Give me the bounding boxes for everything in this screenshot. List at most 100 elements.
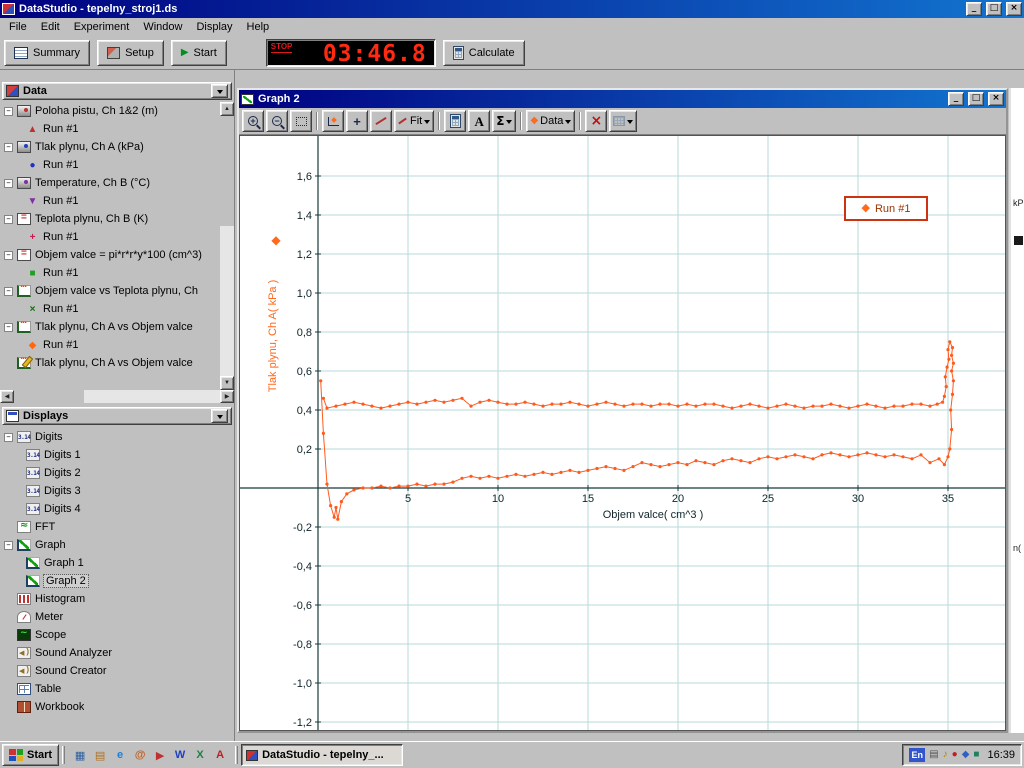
display-item-digits-3[interactable]: Digits 3 <box>0 482 234 500</box>
plot-canvas[interactable]: 1,61,41,21,00,80,60,40,2-0,2-0,4-0,6-0,8… <box>240 136 1005 730</box>
data-dropdown-button[interactable]: ◆Data <box>526 110 575 132</box>
taskbar-clock[interactable]: 16:39 <box>983 749 1015 761</box>
taskbar-task-button[interactable]: DataStudio - tepelny_... <box>241 744 403 766</box>
ie-icon[interactable]: e <box>111 746 129 764</box>
display-item-graph[interactable]: −Graph <box>0 536 234 554</box>
calculate-tool-button[interactable] <box>444 110 466 132</box>
display-item-digits[interactable]: −Digits <box>0 428 234 446</box>
data-run-item[interactable]: ■Run #1 <box>0 264 221 282</box>
data-vertical-scrollbar[interactable]: ▲ ▼ <box>220 102 234 390</box>
display-item-fft[interactable]: FFT <box>0 518 234 536</box>
display-settings-icon[interactable]: ■ <box>973 750 979 760</box>
data-item[interactable]: −Objem valce = pi*r*r*y*100 (cm^3) <box>0 246 221 264</box>
scroll-left-arrow[interactable]: ◀ <box>0 390 14 403</box>
scroll-track[interactable] <box>220 116 234 376</box>
show-desktop-icon[interactable]: ▦ <box>71 746 89 764</box>
display-item-digits-1[interactable]: Digits 1 <box>0 446 234 464</box>
tree-expand-box[interactable]: − <box>4 287 13 296</box>
tree-expand-box[interactable]: − <box>4 143 13 152</box>
display-item-digits-4[interactable]: Digits 4 <box>0 500 234 518</box>
data-run-item[interactable]: ●Run #1 <box>0 156 221 174</box>
setup-button[interactable]: Setup <box>97 40 164 66</box>
tree-expand-box[interactable]: − <box>4 541 13 550</box>
data-panel-menu-button[interactable] <box>211 84 228 98</box>
excel-icon[interactable]: X <box>191 746 209 764</box>
displays-panel-menu-button[interactable] <box>211 409 228 423</box>
data-run-item[interactable]: ▲Run #1 <box>0 120 221 138</box>
display-item-sound-creator[interactable]: Sound Creator <box>0 662 234 680</box>
menu-file[interactable]: File <box>2 19 34 35</box>
data-horizontal-scrollbar[interactable]: ◀ ▶ <box>0 390 234 403</box>
start-button[interactable]: ▶ Start <box>171 40 227 66</box>
display-item-digits-2[interactable]: Digits 2 <box>0 464 234 482</box>
display-item-scope[interactable]: Scope <box>0 626 234 644</box>
scroll-thumb[interactable] <box>220 116 234 226</box>
data-run-item[interactable]: +Run #1 <box>0 228 221 246</box>
summary-button[interactable]: Summary <box>4 40 90 66</box>
menu-window[interactable]: Window <box>136 19 189 35</box>
data-item[interactable]: −Teplota plynu, Ch B (K) <box>0 210 221 228</box>
notes-icon[interactable]: ▤ <box>91 746 109 764</box>
tree-expand-box[interactable]: − <box>4 323 13 332</box>
maximize-button[interactable]: □ <box>986 2 1002 16</box>
language-indicator[interactable]: En <box>909 748 925 762</box>
data-run-item[interactable]: ×Run #1 <box>0 300 221 318</box>
menu-experiment[interactable]: Experiment <box>67 19 137 35</box>
menu-edit[interactable]: Edit <box>34 19 67 35</box>
zoom-in-button[interactable]: + <box>242 110 264 132</box>
minimize-button[interactable]: _ <box>966 2 982 16</box>
media-player-icon[interactable]: ▶ <box>151 746 169 764</box>
remove-button[interactable]: × <box>585 110 607 132</box>
graph-legend[interactable]: ◆ Run #1 <box>844 196 928 221</box>
scroll-down-arrow[interactable]: ▼ <box>220 376 234 390</box>
close-button[interactable]: × <box>1006 2 1022 16</box>
taskbar-divider[interactable] <box>62 746 65 764</box>
menu-display[interactable]: Display <box>189 19 239 35</box>
graph-maximize-button[interactable]: □ <box>968 92 984 106</box>
keyboard-layout-icon[interactable]: ▤ <box>929 750 938 760</box>
scroll-right-arrow[interactable]: ▶ <box>220 390 234 403</box>
slope-tool-button[interactable] <box>370 110 392 132</box>
scroll-thumb[interactable] <box>14 390 84 403</box>
statistics-dropdown-button[interactable]: Σ <box>492 110 516 132</box>
text-annotation-button[interactable]: A <box>468 110 490 132</box>
word-icon[interactable]: W <box>171 746 189 764</box>
tree-expand-box[interactable]: − <box>4 107 13 116</box>
data-item[interactable]: −Poloha pistu, Ch 1&2 (m) <box>0 102 221 120</box>
scroll-track[interactable] <box>14 390 220 403</box>
zoom-select-button[interactable] <box>290 110 312 132</box>
data-item[interactable]: −Tlak plynu, Ch A (kPa) <box>0 138 221 156</box>
acrobat-icon[interactable]: A <box>211 746 229 764</box>
background-window-sliver[interactable]: kP n( <box>1009 88 1024 733</box>
start-menu-button[interactable]: Start <box>2 744 59 766</box>
tree-expand-box[interactable]: − <box>4 251 13 260</box>
calculate-button[interactable]: Calculate <box>443 40 525 66</box>
data-item[interactable]: −Tlak plynu, Ch A vs Objem valce <box>0 318 221 336</box>
mail-icon[interactable]: @ <box>131 746 149 764</box>
tree-expand-box[interactable]: − <box>4 433 13 442</box>
graph-close-button[interactable]: × <box>988 92 1004 106</box>
taskbar-divider[interactable] <box>235 746 238 764</box>
graph-window-title-bar[interactable]: Graph 2 _ □ × <box>239 90 1006 108</box>
display-item-graph-2[interactable]: Graph 2 <box>0 572 234 590</box>
smart-tool-button[interactable]: + <box>346 110 368 132</box>
scroll-up-arrow[interactable]: ▲ <box>220 102 234 116</box>
data-item[interactable]: Tlak plynu, Ch A vs Objem valce <box>0 354 221 372</box>
display-item-workbook[interactable]: Workbook <box>0 698 234 716</box>
antivirus-icon[interactable]: ● <box>952 750 958 760</box>
volume-icon[interactable]: ♪ <box>943 750 948 760</box>
data-item[interactable]: −Temperature, Ch B (°C) <box>0 174 221 192</box>
display-item-meter[interactable]: Meter <box>0 608 234 626</box>
display-item-sound-analyzer[interactable]: Sound Analyzer <box>0 644 234 662</box>
tree-expand-box[interactable]: − <box>4 179 13 188</box>
display-item-histogram[interactable]: Histogram <box>0 590 234 608</box>
tree-expand-box[interactable]: − <box>4 215 13 224</box>
data-run-item[interactable]: ▼Run #1 <box>0 192 221 210</box>
data-run-item[interactable]: ◆Run #1 <box>0 336 221 354</box>
fit-dropdown-button[interactable]: Fit <box>394 110 434 132</box>
display-item-graph-1[interactable]: Graph 1 <box>0 554 234 572</box>
graph-settings-button[interactable] <box>609 110 637 132</box>
menu-help[interactable]: Help <box>240 19 277 35</box>
data-item[interactable]: −Objem valce vs Teplota plynu, Ch <box>0 282 221 300</box>
graph-minimize-button[interactable]: _ <box>948 92 964 106</box>
